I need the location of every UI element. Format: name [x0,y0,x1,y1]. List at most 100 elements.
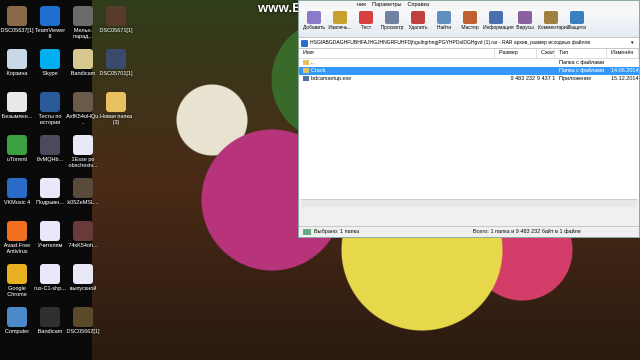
desktop-icon[interactable]: 8vMQHb... [33,135,67,163]
desktop-icon[interactable]: Учителям [33,221,67,249]
status-total: Всего: 1 папка и 9 483 232 байт в 1 файл… [473,229,581,235]
desktop-icon [99,264,133,286]
toolbar-button[interactable]: Защита [564,9,590,31]
chevron-down-icon[interactable]: ▾ [631,40,637,46]
app-icon [106,178,126,198]
toolbar-button[interactable]: Комментарий [538,9,570,31]
file-list-header: Имя Размер Сжат Тип Изменён [299,49,639,59]
desktop-icon-label: DSC05637[1] [0,28,34,34]
cell-modified: 15.12.2014 [607,76,639,82]
desktop-icon [99,221,133,243]
desktop-icon[interactable]: AxfK54oHQu... [66,92,100,126]
column-name[interactable]: Имя [299,49,495,58]
app-icon [73,49,93,69]
toolbar-button[interactable]: Найти [431,9,457,31]
toolbar-button[interactable]: Добавить [301,9,327,31]
table-row[interactable]: .. Папка с файлами [299,59,639,67]
status-bar: Выбрано: 1 папка Всего: 1 папка и 9 483 … [299,226,639,237]
cell-name: .. [299,60,495,66]
toolbar-icon [411,11,425,24]
toolbar-button-label: Комментарий [538,25,570,31]
desktop-icon-label: Avast Free Antivirus [3,243,31,255]
desktop-icon[interactable]: 74xK54oh... [66,221,100,249]
toolbar-button-label: Удалить [408,25,428,31]
toolbar-button[interactable]: Мастер [457,9,483,31]
table-row[interactable]: Crack Папка с файлами 14.06.2014 [299,67,639,75]
desktop-icon[interactable]: выпускной [66,264,100,292]
desktop-icon[interactable]: Безымянн... [0,92,34,120]
desktop-icon[interactable]: rus-C1-shp... [33,264,67,292]
app-icon [40,221,60,241]
menu-commands[interactable]: ние [357,2,366,8]
toolbar-button[interactable]: Информация [483,9,514,31]
desktop-icon[interactable]: Корзина [0,49,34,77]
horizontal-scrollbar[interactable] [301,199,637,207]
app-icon [106,264,126,284]
app-icon [106,221,126,241]
desktop-icon[interactable]: Google Chrome [0,264,34,298]
drive-icon [303,229,311,235]
cell-name: bdcamsetup.exe [299,76,495,82]
toolbar-icon [544,11,558,24]
cell-type: Приложение [555,76,607,82]
desktop-icon[interactable]: DSC05671[1] [99,6,133,34]
app-icon [73,92,93,112]
toolbar-button-label: Найти [436,25,452,31]
app-icon [40,135,60,155]
table-row[interactable]: bdcamsetup.exe 9 483 2329 437 113 Приложен… [299,75,639,83]
desktop-icon[interactable]: Подрывн... [33,178,67,206]
desktop-icon-label: DSC05701[1] [99,71,133,77]
menu-help[interactable]: Справка [408,2,430,8]
toolbar-button-label: Мастер [461,25,479,31]
address-bar: HSGfABGDAGHFUBHFAJHGJHNGRFUHFDjhguihgrhn… [299,38,639,49]
desktop-icon[interactable]: Bandicam [33,307,67,335]
toolbar-button-label: Вирусы [516,25,534,31]
desktop-icon[interactable]: Skype [33,49,67,77]
desktop-icon[interactable]: Мельн. парад... [66,6,100,40]
toolbar-button[interactable]: Извлечь... [327,9,353,31]
app-icon [73,264,93,284]
desktop-icon-label: Тесты по истории [38,114,62,126]
app-icon [7,49,27,69]
column-modified[interactable]: Изменён [607,49,639,58]
desktop-icon[interactable]: 1Esse po obschestv... [66,135,100,169]
desktop-icon[interactable]: Тесты по истории [33,92,67,126]
toolbar-button-label: Добавить [302,25,326,31]
column-type[interactable]: Тип [555,49,607,58]
toolbar-button-label: Просмотр [380,25,404,31]
desktop-icon[interactable]: DSC05701[1] [99,49,133,77]
app-icon [40,92,60,112]
desktop-icon-label: Учителям [37,243,63,249]
desktop-icon[interactable]: Bandicam [66,49,100,77]
toolbar-button[interactable]: Просмотр [379,9,405,31]
desktop-icon-label: uTorrent [6,157,28,163]
desktop-icon[interactable]: DSC05637[1] [0,6,34,34]
toolbar-button[interactable]: Удалить [405,9,431,31]
desktop-icon[interactable]: Новая папка (3) [99,92,133,126]
desktop-icon[interactable]: Computer [0,307,34,335]
app-icon [106,307,126,327]
desktop-icon[interactable]: Avast Free Antivirus [0,221,34,255]
toolbar-button-label: Тест [360,25,372,31]
desktop-icon-label: rus-C1-shp... [34,286,66,292]
column-packed[interactable]: Сжат [537,49,555,58]
desktop-icon-label: Bandicam [70,71,96,77]
toolbar-icon [307,11,321,24]
app-icon [7,135,27,155]
folder-icon [303,68,309,74]
toolbar-button[interactable]: Вирусы [512,9,538,31]
desktop-icon[interactable]: k05ZeMSL... [66,178,100,206]
desktop-icon[interactable]: DSC05662[1] [66,307,100,335]
menu-options[interactable]: Параметры [372,2,401,8]
toolbar: Добавить Извлечь... Тест Просмотр Удалить Най… [299,9,639,38]
cell-type: Папка с файлами [555,60,607,66]
desktop-icon-label: Google Chrome [7,286,27,298]
app-icon [73,178,93,198]
up-folder-icon[interactable] [301,39,308,47]
desktop-icon[interactable]: uTorrent [0,135,34,163]
desktop-icon[interactable]: VKMusic 4 [0,178,34,206]
app-icon [7,221,27,241]
desktop-icon[interactable]: TeamViewer 8 [33,6,67,40]
column-size[interactable]: Размер [495,49,537,58]
toolbar-button[interactable]: Тест [353,9,379,31]
